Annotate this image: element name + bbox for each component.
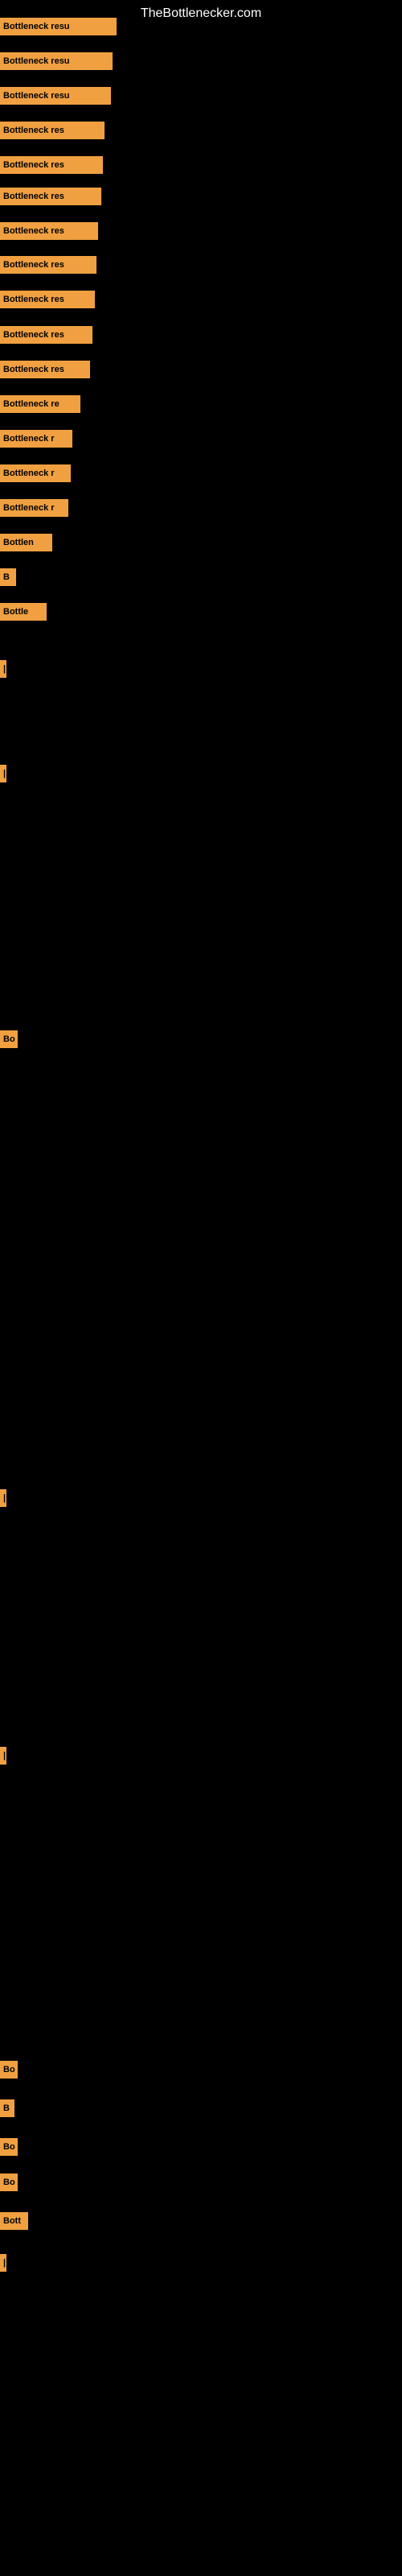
bar: Bottleneck resu [0, 87, 111, 105]
bar-item: Bottleneck resu [0, 18, 117, 35]
bar-item: Bottleneck r [0, 464, 71, 482]
bar: Bottleneck res [0, 122, 105, 139]
bar: B [0, 2099, 14, 2117]
bar: Bottleneck res [0, 361, 90, 378]
bar-item: | [0, 660, 6, 678]
bar-label: Bottleneck r [3, 503, 55, 513]
bar-item: Bottleneck re [0, 395, 80, 413]
bar: Bottleneck res [0, 291, 95, 308]
bar-item: Bott [0, 2212, 28, 2230]
bar-label: Bottleneck res [3, 192, 64, 201]
bar-item: | [0, 1747, 6, 1765]
bar-item: Bottleneck r [0, 499, 68, 517]
bar: | [0, 765, 6, 782]
bar-item: | [0, 2254, 6, 2272]
bar-label: Bottleneck resu [3, 91, 70, 101]
bar-item: Bottleneck res [0, 291, 95, 308]
bar: Bo [0, 2138, 18, 2156]
bar: Bo [0, 2061, 18, 2079]
bar-label: Bo [3, 2142, 15, 2152]
bar-item: Bottleneck resu [0, 87, 111, 105]
bar-label: B [3, 572, 10, 582]
bar: | [0, 2254, 6, 2272]
bar-label: Bottleneck res [3, 295, 64, 304]
bar: B [0, 568, 16, 586]
bar-label: Bottleneck re [3, 399, 59, 409]
bar: Bo [0, 2174, 18, 2191]
bar-label: Bottleneck resu [3, 22, 70, 31]
bar-item: B [0, 568, 16, 586]
bar-label: Bottleneck res [3, 330, 64, 340]
bar-item: Bo [0, 2061, 18, 2079]
bar: | [0, 660, 6, 678]
bar-item: Bottleneck res [0, 326, 92, 344]
bar: Bottleneck r [0, 430, 72, 448]
bar-label: Bottleneck r [3, 469, 55, 478]
bar-label: Bo [3, 2178, 15, 2187]
bar-label: Bo [3, 1034, 15, 1044]
chart-container: TheBottlenecker.com Bottleneck resuBottl… [0, 0, 402, 2576]
bar-item: B [0, 2099, 14, 2117]
bar: Bottleneck resu [0, 18, 117, 35]
bar: Bottleneck res [0, 156, 103, 174]
bar-item: Bottleneck res [0, 361, 90, 378]
bar-label: Bottleneck r [3, 434, 55, 444]
bar-item: | [0, 1489, 6, 1507]
bar-label: | [3, 664, 6, 674]
bar: Bottleneck r [0, 464, 71, 482]
bar: Bottleneck res [0, 188, 101, 205]
bar: Bottle [0, 603, 47, 621]
bar-label: Bottleneck res [3, 126, 64, 135]
bar: Bottleneck resu [0, 52, 113, 70]
bar: | [0, 1747, 6, 1765]
bar-label: Bottlen [3, 538, 34, 547]
bar-label: | [3, 1493, 6, 1503]
bar-label: Bottleneck res [3, 160, 64, 170]
bar-item: Bo [0, 2174, 18, 2191]
bar-label: Bottleneck resu [3, 56, 70, 66]
bar-label: | [3, 1751, 6, 1761]
bar-item: Bo [0, 1030, 18, 1048]
bar-item: Bottleneck res [0, 222, 98, 240]
bar-label: Bott [3, 2216, 21, 2226]
bar: Bo [0, 1030, 18, 1048]
bar: Bottleneck res [0, 222, 98, 240]
bar: Bottleneck res [0, 326, 92, 344]
bar: Bott [0, 2212, 28, 2230]
bar-item: Bottleneck res [0, 256, 96, 274]
bar-label: Bottleneck res [3, 365, 64, 374]
bar-label: Bottleneck res [3, 260, 64, 270]
bar: Bottlen [0, 534, 52, 551]
bar-item: Bo [0, 2138, 18, 2156]
bar-item: Bottlen [0, 534, 52, 551]
bar-item: | [0, 765, 6, 782]
bar: Bottleneck re [0, 395, 80, 413]
bar: | [0, 1489, 6, 1507]
bar-label: | [3, 769, 6, 778]
bar-item: Bottleneck res [0, 156, 103, 174]
bar-item: Bottleneck res [0, 188, 101, 205]
bar-label: B [3, 2103, 10, 2113]
bar-item: Bottleneck r [0, 430, 72, 448]
bar-label: Bottleneck res [3, 226, 64, 236]
bar-item: Bottle [0, 603, 47, 621]
bar: Bottleneck res [0, 256, 96, 274]
bar-label: Bottle [3, 607, 28, 617]
bar-label: | [3, 2258, 6, 2268]
bar-label: Bo [3, 2065, 15, 2074]
bar-item: Bottleneck res [0, 122, 105, 139]
bar: Bottleneck r [0, 499, 68, 517]
bar-item: Bottleneck resu [0, 52, 113, 70]
